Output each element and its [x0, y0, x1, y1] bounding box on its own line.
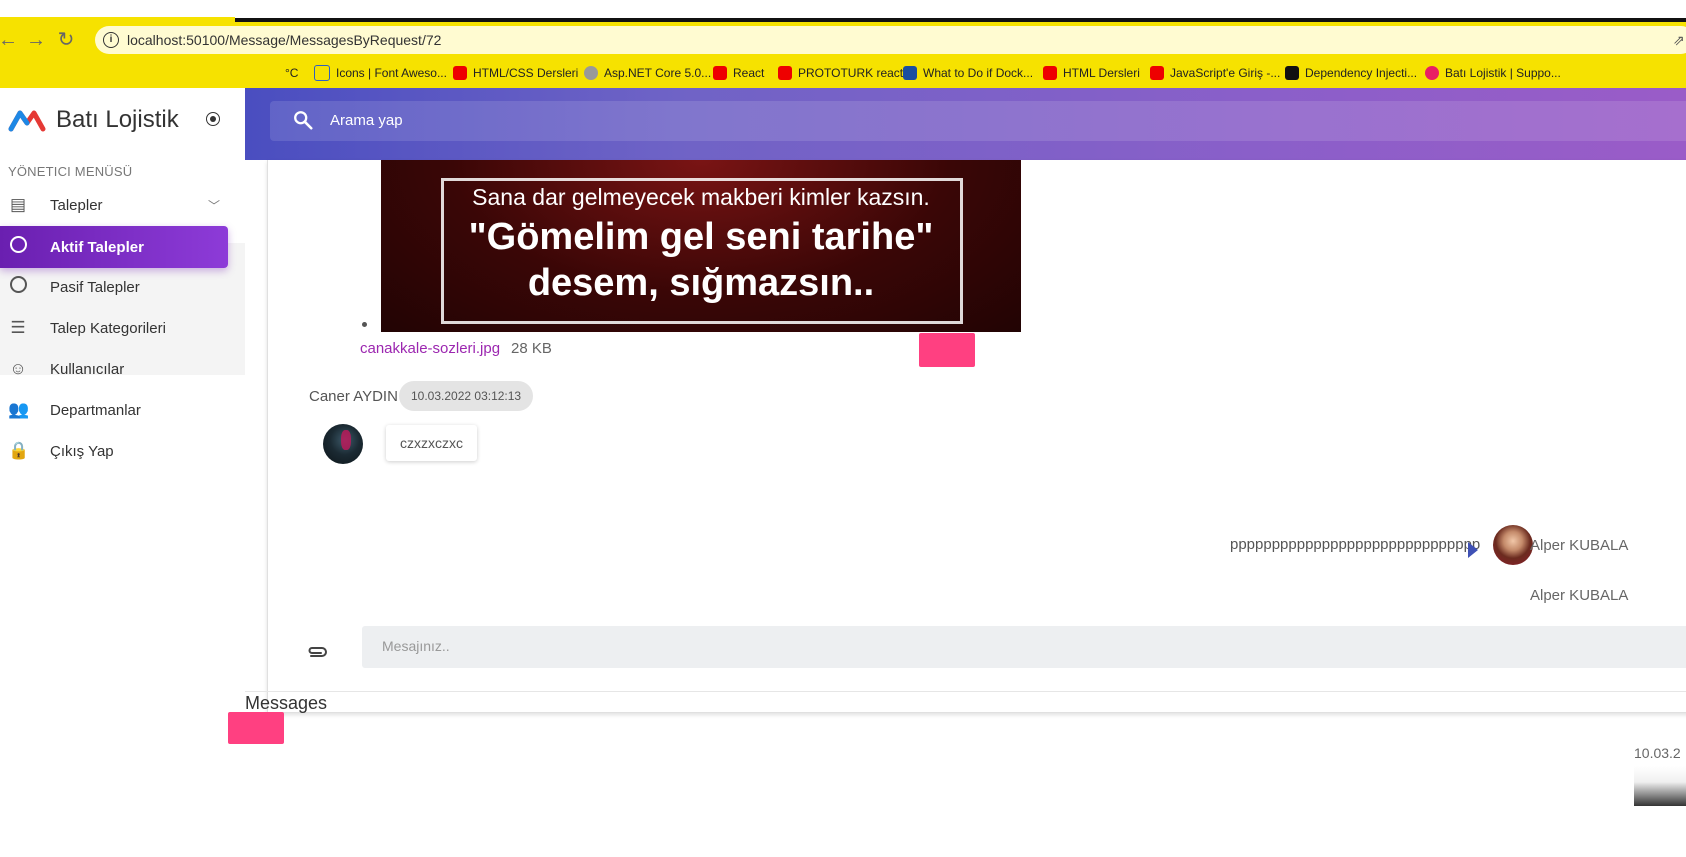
messages-action-button[interactable]: [228, 712, 284, 744]
messages-title: Messages: [245, 693, 328, 713]
face-icon: ☺: [9, 359, 27, 378]
attachment-link[interactable]: canakkale-sozleri.jpg: [360, 340, 500, 357]
bookmark-weather[interactable]: °C: [285, 64, 298, 82]
lock-icon: 🔒: [8, 441, 30, 460]
search-placeholder: Arama yap: [330, 112, 403, 129]
divider: [245, 691, 1686, 692]
bati-logo-icon: [1425, 66, 1439, 80]
brand-logo-icon: [8, 110, 46, 132]
medium-icon: [1285, 66, 1299, 80]
flag-icon: [314, 65, 330, 81]
address-bar[interactable]: i localhost:50100/Message/MessagesByRequ…: [95, 26, 1686, 54]
list-icon: ☰: [10, 318, 26, 337]
image-text-line1: Sana dar gelmeyecek makberi kimler kazsı…: [472, 184, 930, 210]
circle-icon: [8, 236, 28, 258]
sidebar-item-talep-kategorileri[interactable]: ☰ Talep Kategorileri: [0, 307, 245, 349]
message-date: 10.03.2: [1634, 745, 1681, 761]
list-alt-icon: ▤: [9, 195, 27, 214]
youtube-icon: [1043, 66, 1057, 80]
bookmark-react[interactable]: React: [713, 64, 764, 82]
chat-card: Sana dar gelmeyecek makberi kimler kazsı…: [267, 160, 1686, 713]
brand-name: Batı Lojistik: [56, 106, 179, 133]
search-input[interactable]: Arama yap: [270, 101, 1686, 141]
main-content: Sana dar gelmeyecek makberi kimler kazsı…: [228, 160, 1686, 857]
chevron-down-icon: ﹀: [207, 198, 220, 213]
bookmarks-bar: °C Icons | Font Aweso... HTML/CSS Dersle…: [0, 58, 1686, 137]
globe-icon: [584, 66, 598, 80]
sidebar-item-departmanlar[interactable]: 👥 Departmanlar: [0, 389, 245, 431]
bookmark-fontawesome[interactable]: Icons | Font Aweso...: [314, 64, 447, 82]
outgoing-message-text: pppppppppppppppppppppppppppppp: [1230, 536, 1481, 553]
circle-icon: [8, 276, 28, 298]
youtube-icon: [713, 66, 727, 80]
attachment-image[interactable]: Sana dar gelmeyecek makberi kimler kazsı…: [381, 160, 1021, 332]
outgoing-sender: Alper KUBALA: [1530, 537, 1629, 554]
sidebar-item-kullanicilar[interactable]: ☺ Kullanıcılar: [0, 348, 245, 390]
incoming-message-bubble: czxzxczxc: [386, 425, 477, 461]
bookmark-bati[interactable]: Batı Lojistik | Suppo...: [1425, 64, 1561, 82]
image-text-line3: desem, sığmazsın..: [527, 262, 875, 304]
site-info-icon[interactable]: i: [103, 32, 119, 48]
browser-tab-strip: [0, 0, 1686, 23]
sidebar-item-pasif-talepler[interactable]: Pasif Talepler: [0, 266, 245, 308]
outgoing-sender-repeat: Alper KUBALA: [1530, 587, 1629, 604]
search-icon: [294, 111, 313, 130]
share-icon[interactable]: ⇗: [1673, 32, 1685, 49]
list-bullet: [362, 322, 367, 327]
message-input-placeholder: Mesajınız..: [382, 638, 450, 654]
bookmark-html[interactable]: HTML Dersleri: [1043, 64, 1140, 82]
top-search-header: Arama yap: [245, 88, 1686, 160]
people-icon: 👥: [8, 400, 30, 419]
forward-icon[interactable]: →: [24, 28, 48, 52]
message-thumbnail[interactable]: [1634, 766, 1686, 806]
attachment-size: 28 KB: [511, 340, 552, 357]
sidebar: Batı Lojistik YÖNETICI MENÜSÜ ▤ Talepler…: [0, 88, 246, 857]
download-button[interactable]: [919, 333, 975, 367]
sidebar-toggle-icon[interactable]: [206, 112, 220, 126]
avatar: [323, 424, 363, 464]
bookmark-docker[interactable]: What to Do if Dock...: [903, 64, 1033, 82]
youtube-icon: [778, 66, 792, 80]
avatar: [1493, 525, 1533, 565]
attach-icon[interactable]: [306, 645, 328, 659]
sidebar-item-aktif-talepler[interactable]: Aktif Talepler: [0, 226, 228, 268]
image-text-line2: "Gömelim gel seni tarihe": [468, 216, 934, 258]
youtube-icon: [1150, 66, 1164, 80]
bookmark-htmlcss[interactable]: HTML/CSS Dersleri: [453, 64, 578, 82]
bookmark-prototurk[interactable]: PROTOTURK react: [778, 64, 903, 82]
reload-icon[interactable]: ↻: [54, 28, 78, 52]
url-text: localhost:50100/Message/MessagesByReques…: [127, 32, 442, 48]
brand[interactable]: Batı Lojistik: [8, 106, 179, 134]
message-input[interactable]: Mesajınız..: [362, 626, 1686, 668]
incoming-sender: Caner AYDIN: [309, 388, 398, 405]
bubble-arrow-icon: [1468, 542, 1478, 558]
youtube-icon: [453, 66, 467, 80]
sidebar-item-cikis-yap[interactable]: 🔒 Çıkış Yap: [0, 430, 245, 472]
menu-section-title: YÖNETICI MENÜSÜ: [8, 164, 133, 179]
bookmark-aspnet[interactable]: Asp.NET Core 5.0...: [584, 64, 711, 82]
browser-navbar: ← → ↻ i localhost:50100/Message/Messages…: [0, 22, 1686, 58]
bookmark-javascript[interactable]: JavaScript'e Giriş -...: [1150, 64, 1280, 82]
back-icon[interactable]: ←: [0, 28, 20, 52]
ampersand-icon: [903, 66, 917, 80]
bookmark-di[interactable]: Dependency Injecti...: [1285, 64, 1417, 82]
incoming-timestamp: 10.03.2022 03:12:13: [399, 381, 534, 411]
sidebar-item-talepler[interactable]: ▤ Talepler ﹀: [0, 184, 245, 226]
